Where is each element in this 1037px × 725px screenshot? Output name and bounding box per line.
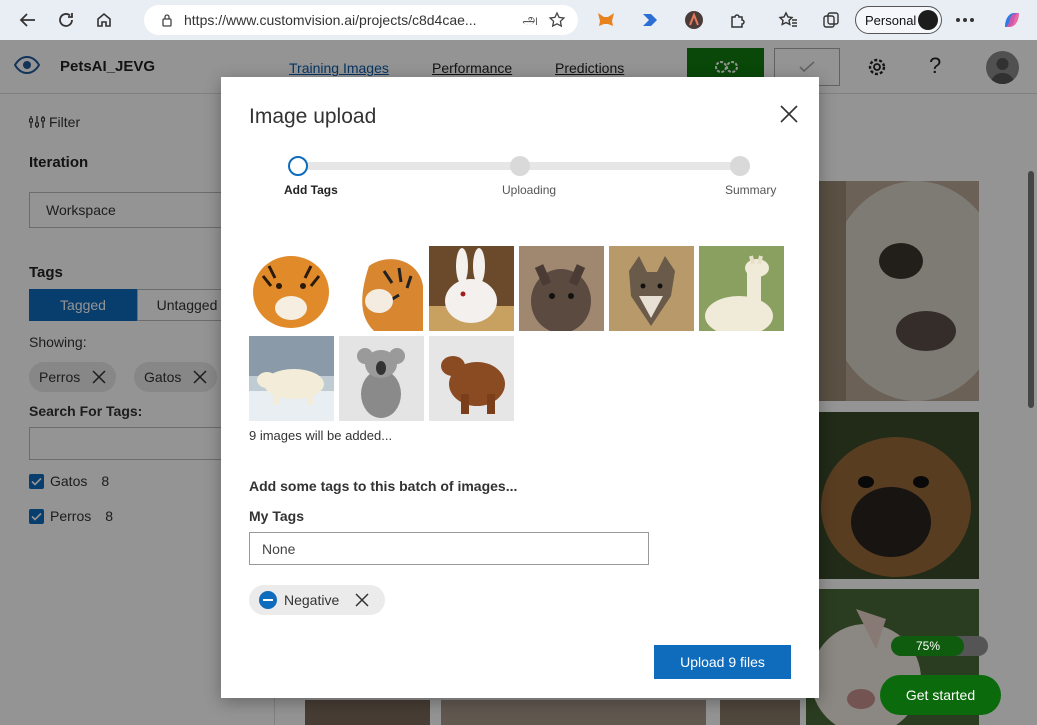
step-dot-uploading bbox=[510, 156, 530, 176]
collections-icon[interactable] bbox=[819, 8, 843, 32]
refresh-icon bbox=[59, 13, 73, 27]
thumbnail-tiger-head bbox=[339, 246, 424, 331]
metamask-extension-icon[interactable] bbox=[594, 8, 618, 32]
refresh-button[interactable] bbox=[50, 4, 82, 36]
negative-tag-chip[interactable]: Negative bbox=[249, 585, 385, 615]
back-button[interactable] bbox=[12, 4, 44, 36]
profile-avatar bbox=[918, 10, 938, 30]
images-count-text: 9 images will be added... bbox=[249, 428, 393, 443]
profile-button[interactable]: Personal bbox=[855, 6, 942, 34]
thumbnail-koala bbox=[339, 336, 424, 421]
extensions-puzzle-icon[interactable] bbox=[726, 8, 750, 32]
thumbnail-polar-bear bbox=[249, 336, 334, 421]
step-dot-add-tags bbox=[288, 156, 308, 176]
favorite-star-icon[interactable] bbox=[548, 11, 566, 29]
url-text: https://www.customvision.ai/projects/c8d… bbox=[184, 12, 477, 28]
my-tags-input[interactable]: None bbox=[249, 532, 649, 565]
thumbnail-brown-bear bbox=[429, 336, 514, 421]
thumbnail-kangaroo bbox=[519, 246, 604, 331]
thumbnail-wolf bbox=[609, 246, 694, 331]
close-icon[interactable] bbox=[355, 593, 369, 607]
profile-label: Personal bbox=[865, 12, 917, 28]
step-label-summary: Summary bbox=[725, 183, 777, 197]
home-button[interactable] bbox=[88, 4, 120, 36]
upload-files-button[interactable]: Upload 9 files bbox=[654, 645, 791, 679]
favorites-icon[interactable] bbox=[776, 8, 800, 32]
thumbnail-tiger bbox=[249, 246, 334, 331]
more-options-icon[interactable] bbox=[953, 8, 977, 32]
step-dot-summary bbox=[730, 156, 750, 176]
thumbnail-white-rabbit bbox=[429, 246, 514, 331]
power-automate-extension-icon[interactable] bbox=[638, 8, 662, 32]
get-started-button[interactable]: Get started bbox=[880, 675, 1001, 715]
read-aloud-icon[interactable]: அ bbox=[522, 11, 538, 30]
lock-icon bbox=[162, 14, 172, 27]
step-label-add-tags: Add Tags bbox=[284, 183, 338, 197]
negative-tag-label: Negative bbox=[284, 592, 340, 608]
thumbnail-llama bbox=[699, 246, 784, 331]
home-icon bbox=[97, 12, 111, 27]
image-upload-dialog: Image upload Add Tags Uploading Summary … bbox=[221, 77, 819, 698]
close-icon[interactable] bbox=[778, 103, 800, 125]
progress-indicator: 75% bbox=[891, 636, 988, 656]
step-label-uploading: Uploading bbox=[502, 183, 557, 197]
my-tags-label: My Tags bbox=[249, 508, 304, 524]
address-bar[interactable]: https://www.customvision.ai/projects/c8d… bbox=[144, 5, 578, 35]
progress-text: 75% bbox=[915, 639, 941, 653]
minus-circle-icon bbox=[259, 591, 277, 609]
arrow-left-icon bbox=[19, 13, 35, 27]
dialog-title: Image upload bbox=[249, 105, 377, 128]
extension-avatar-icon[interactable] bbox=[682, 8, 706, 32]
add-tags-heading: Add some tags to this batch of images... bbox=[249, 478, 518, 494]
copilot-icon[interactable] bbox=[1000, 8, 1024, 32]
